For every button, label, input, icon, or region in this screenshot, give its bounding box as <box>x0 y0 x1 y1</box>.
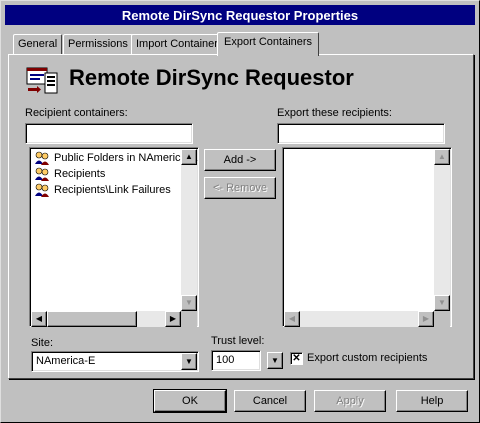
list-item-label: Recipients\Link Failures <box>54 183 171 196</box>
trust-level-label: Trust level: <box>211 335 265 347</box>
scroll-down-arrow-icon[interactable]: ▼ <box>181 295 197 311</box>
ok-button[interactable]: OK <box>153 389 227 413</box>
apply-button[interactable]: Apply <box>314 390 386 412</box>
recipient-containers-list[interactable]: Public Folders in NAmerica-E Recipients <box>29 147 199 327</box>
list-item-label: Recipients <box>54 167 106 180</box>
scroll-right-arrow-icon[interactable]: ▶ <box>165 311 181 327</box>
list-item-label: Public Folders in NAmerica-E <box>54 151 198 164</box>
scroll-right-arrow-icon[interactable]: ▶ <box>418 311 434 327</box>
directory-sync-icon <box>25 65 59 95</box>
list-item[interactable]: Recipients\Link Failures <box>34 182 171 197</box>
recipient-containers-filter-input[interactable] <box>25 123 193 144</box>
export-recipients-filter-input[interactable] <box>277 123 445 144</box>
window-title: Remote DirSync Requestor Properties <box>121 7 359 23</box>
recipients-container-icon <box>34 183 50 197</box>
export-custom-label: Export custom recipients <box>307 352 428 364</box>
list-item[interactable]: Recipients <box>34 166 105 181</box>
right-horizontal-scrollbar[interactable]: ◀ ▶ <box>284 311 434 327</box>
trust-level-dropdown-arrow-icon[interactable]: ▼ <box>267 352 283 369</box>
export-custom-checkbox[interactable]: ✕ <box>290 352 303 365</box>
scroll-thumb[interactable] <box>47 311 137 327</box>
recipients-container-icon <box>34 151 50 165</box>
properties-dialog: Remote DirSync Requestor Properties Gene… <box>0 0 480 423</box>
site-label: Site: <box>31 337 54 349</box>
scroll-down-arrow-icon[interactable]: ▼ <box>434 295 450 311</box>
page-title: Remote DirSync Requestor <box>69 65 354 90</box>
recipient-containers-label: Recipient containers: <box>25 107 128 119</box>
title-bar: Remote DirSync Requestor Properties <box>5 5 475 25</box>
trust-level-input[interactable]: 100 <box>211 350 261 371</box>
scroll-left-arrow-icon[interactable]: ◀ <box>31 311 47 327</box>
cancel-button[interactable]: Cancel <box>234 390 306 412</box>
export-recipients-list[interactable] <box>282 147 452 327</box>
list-item[interactable]: Public Folders in NAmerica-E <box>34 150 198 165</box>
add-button[interactable]: Add -> <box>204 149 276 171</box>
tab-export-containers[interactable]: Export Containers <box>217 32 320 56</box>
scroll-corner <box>181 311 197 327</box>
scroll-up-arrow-icon[interactable]: ▲ <box>181 149 197 165</box>
export-recipients-label: Export these recipients: <box>277 107 392 119</box>
recipients-container-icon <box>34 167 50 181</box>
tab-general[interactable]: General <box>13 34 63 54</box>
site-select[interactable]: NAmerica-E <box>31 351 199 372</box>
right-vertical-scrollbar[interactable]: ▲ ▼ <box>434 149 450 311</box>
scroll-up-arrow-icon[interactable]: ▲ <box>434 149 450 165</box>
left-vertical-scrollbar[interactable]: ▲ ▼ <box>181 149 197 311</box>
tab-permissions[interactable]: Permissions <box>63 34 133 54</box>
scroll-left-arrow-icon[interactable]: ◀ <box>284 311 300 327</box>
scroll-corner <box>434 311 450 327</box>
left-horizontal-scrollbar[interactable]: ◀ ▶ <box>31 311 181 327</box>
tab-import-container[interactable]: Import Container <box>131 34 223 54</box>
remove-button[interactable]: <- Remove <box>204 177 276 199</box>
help-button[interactable]: Help <box>396 390 468 412</box>
site-dropdown-arrow-icon[interactable]: ▼ <box>181 353 197 370</box>
